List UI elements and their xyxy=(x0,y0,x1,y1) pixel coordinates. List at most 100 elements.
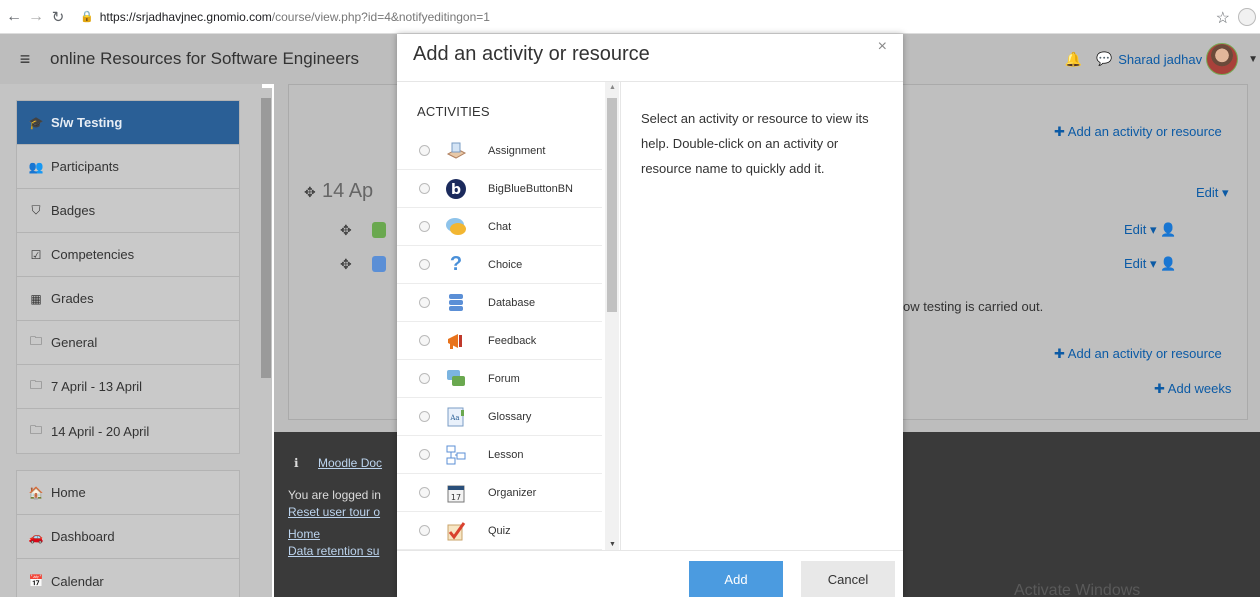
edit-label: Edit xyxy=(1124,222,1147,237)
drawer-item-label: Competencies xyxy=(51,247,135,262)
reset-tour-link[interactable]: Reset user tour o xyxy=(288,505,380,519)
drawer-item-competencies[interactable]: ☑ Competencies xyxy=(17,233,239,277)
activity-option-lesson[interactable]: Lesson xyxy=(397,436,602,474)
radio-button[interactable] xyxy=(419,297,430,308)
feedback-icon xyxy=(445,330,467,352)
activity-option-chat[interactable]: Chat xyxy=(397,208,602,246)
activity-option-forum[interactable]: Forum xyxy=(397,360,602,398)
drawer-item-badges[interactable]: ⛉ Badges xyxy=(17,189,239,233)
cancel-button[interactable]: Cancel xyxy=(801,561,895,597)
move-icon[interactable]: ✥ xyxy=(340,222,352,239)
add-button[interactable]: Add xyxy=(689,561,783,597)
add-activity-link-bottom[interactable]: ✚ Add an activity or resource xyxy=(1054,346,1222,362)
lock-icon: 🔒 xyxy=(80,11,94,23)
activity-label: Quiz xyxy=(488,524,511,537)
drawer-item-dashboard[interactable]: 🚗 Dashboard xyxy=(17,515,239,559)
messages-icon[interactable]: 💬 xyxy=(1096,51,1112,67)
lesson-icon xyxy=(445,444,467,466)
move-icon[interactable]: ✥ xyxy=(304,184,316,201)
svg-text:17: 17 xyxy=(451,493,461,502)
radio-button[interactable] xyxy=(419,449,430,460)
radio-button[interactable] xyxy=(419,525,430,536)
scrollbar-thumb[interactable] xyxy=(261,98,271,378)
drawer-item-participants[interactable]: 👥 Participants xyxy=(17,145,239,189)
dashboard-icon: 🚗 xyxy=(28,529,44,544)
user-name[interactable]: Sharad jadhav xyxy=(1118,52,1202,67)
drawer-item-grades[interactable]: ▦ Grades xyxy=(17,277,239,321)
activity-label: Organizer xyxy=(488,486,537,499)
course-nav: 🎓 S/w Testing 👥 Participants ⛉ Badges ☑ Comp… xyxy=(16,100,240,454)
activity-edit-menu[interactable]: Edit ▾ 👤 xyxy=(1124,222,1176,238)
scrollbar-thumb[interactable] xyxy=(607,98,617,312)
reload-icon[interactable]: ↻ xyxy=(48,7,68,27)
browser-profile-icon[interactable] xyxy=(1238,8,1256,26)
activity-option-organizer[interactable]: 17 Organizer xyxy=(397,474,602,512)
drawer-item-label: General xyxy=(51,335,98,350)
activity-label: Database xyxy=(488,296,536,309)
dialog-title: Add an activity or resource xyxy=(413,43,650,65)
site-name[interactable]: online Resources for Software Engineers xyxy=(50,49,359,69)
shield-icon: ⛉ xyxy=(31,203,41,217)
drawer-item-general[interactable]: 🗀 General xyxy=(17,321,239,365)
add-weeks-label: Add weeks xyxy=(1167,381,1232,396)
menu-hamburger-icon[interactable]: ≡ xyxy=(10,46,40,72)
address-bar[interactable]: 🔒 https://srjadhavjnec.gnomio.com/course… xyxy=(80,10,490,24)
moodle-docs-link[interactable]: Moodle Doc xyxy=(318,456,382,470)
activity-option-assignment[interactable]: Assignment xyxy=(397,132,602,170)
plus-icon: ✚ xyxy=(1054,346,1068,361)
drawer-item-label: 7 April - 13 April xyxy=(51,379,143,394)
activity-option-bigbluebutton[interactable]: b BigBlueButtonBN xyxy=(397,170,602,208)
radio-button[interactable] xyxy=(419,259,430,270)
activity-option-database[interactable]: Database xyxy=(397,284,602,322)
add-activity-link-top[interactable]: ✚ Add an activity or resource xyxy=(1054,124,1222,140)
drawer-item-home[interactable]: 🏠 Home xyxy=(17,471,239,515)
edit-label: Edit xyxy=(1196,185,1219,200)
drawer-item-label: Calendar xyxy=(51,573,104,589)
drawer-item-label: 14 April - 20 April xyxy=(51,423,150,439)
drawer-item-label: Participants xyxy=(51,159,119,174)
graduation-cap-icon: 🎓 xyxy=(28,115,44,130)
activity-label: Glossary xyxy=(488,410,532,423)
radio-button[interactable] xyxy=(419,335,430,346)
data-retention-link[interactable]: Data retention su xyxy=(288,544,379,558)
scroll-up-arrow-icon[interactable]: ▲ xyxy=(609,84,616,91)
radio-button[interactable] xyxy=(419,183,430,194)
drawer-item-calendar[interactable]: 📅 Calendar xyxy=(17,559,239,597)
avatar[interactable] xyxy=(1206,43,1239,75)
bookmark-star-icon[interactable]: ☆ xyxy=(1216,8,1230,28)
radio-button[interactable] xyxy=(419,145,430,156)
radio-button[interactable] xyxy=(419,411,430,422)
activity-option-glossary[interactable]: Aa Glossary xyxy=(397,398,602,436)
add-activity-label: Add an activity or resource xyxy=(1067,124,1222,139)
move-icon[interactable]: ✥ xyxy=(340,256,352,273)
assignment-icon xyxy=(445,140,467,162)
close-icon[interactable]: × xyxy=(878,38,887,56)
database-icon xyxy=(445,292,467,314)
radio-button[interactable] xyxy=(419,221,430,232)
activity-option-feedback[interactable]: Feedback xyxy=(397,322,602,360)
radio-button[interactable] xyxy=(419,373,430,384)
drawer-scrollbar[interactable] xyxy=(260,88,272,597)
activity-list-scrollbar[interactable]: ▲ ▼ xyxy=(605,82,619,550)
folder-icon: 🗀 xyxy=(29,378,42,392)
activity-option-choice[interactable]: ? Choice xyxy=(397,246,602,284)
activity-label: Forum xyxy=(488,372,520,385)
notification-bell-icon[interactable]: 🔔 xyxy=(1065,51,1082,68)
activity-option-quiz[interactable]: Quiz xyxy=(397,512,602,550)
forward-arrow-icon[interactable]: → xyxy=(26,7,46,27)
section-edit-menu[interactable]: Edit ▾ xyxy=(1196,185,1229,201)
add-weeks-link[interactable]: ✚ Add weeks xyxy=(1154,381,1231,397)
chevron-down-icon[interactable]: ▼ xyxy=(1248,54,1258,65)
home-link[interactable]: Home xyxy=(288,527,320,541)
radio-button[interactable] xyxy=(419,487,430,498)
scroll-down-arrow-icon[interactable]: ▼ xyxy=(609,541,616,548)
activity-edit-menu[interactable]: Edit ▾ 👤 xyxy=(1124,256,1176,272)
drawer-item-week-2[interactable]: 🗀 14 April - 20 April xyxy=(17,409,239,453)
drawer-item-week-1[interactable]: 🗀 7 April - 13 April xyxy=(17,365,239,409)
nav-drawer: 🎓 S/w Testing 👥 Participants ⛉ Badges ☑ Comp… xyxy=(0,84,262,597)
plus-icon: ✚ xyxy=(1154,381,1168,396)
back-arrow-icon[interactable]: ← xyxy=(4,7,24,27)
calendar-icon: 📅 xyxy=(28,574,44,588)
drawer-item-course[interactable]: 🎓 S/w Testing xyxy=(17,101,239,145)
activity-list: ACTIVITIES Assignment b BigBlueButtonBN … xyxy=(397,82,621,550)
